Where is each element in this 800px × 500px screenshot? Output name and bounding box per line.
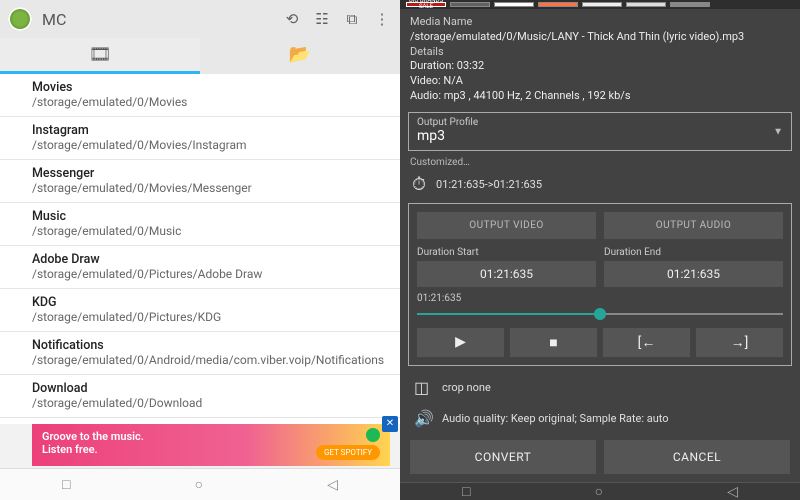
folder-path: /storage/emulated/0/Pictures/Adobe Draw — [32, 267, 386, 282]
refresh-icon[interactable]: ⟲ — [282, 10, 302, 28]
folder-row[interactable]: Download/storage/emulated/0/Download — [0, 375, 400, 418]
cancel-button[interactable]: CANCEL — [604, 440, 790, 474]
output-profile-select[interactable]: Output Profile mp3 ▼ — [408, 112, 792, 151]
folder-name: Music — [32, 209, 386, 224]
trim-range: 01:21:635->01:21:635 — [436, 178, 542, 191]
thumb[interactable] — [450, 2, 490, 7]
ad-cta-button[interactable]: GET SPOTIFY — [316, 445, 380, 460]
ad-line1: Groove to the music. — [42, 430, 380, 443]
speaker-icon: 🔊 — [414, 409, 432, 428]
folder-row[interactable]: Movies/storage/emulated/0/Movies — [0, 74, 400, 117]
folder-name: Instagram — [32, 123, 386, 138]
action-row: CONVERT CANCEL — [400, 434, 800, 482]
folder-path: /storage/emulated/0/Movies/Instagram — [32, 138, 386, 153]
media-video: Video: N/A — [410, 74, 790, 89]
output-audio-button[interactable]: OUTPUT AUDIO — [604, 212, 783, 239]
folder-path: /storage/emulated/0/Movies — [32, 95, 386, 110]
media-meta: Media Name /storage/emulated/0/Music/LAN… — [400, 9, 800, 108]
folder-path: /storage/emulated/0/Pictures/KDG — [32, 310, 386, 325]
mark-in-button[interactable]: [← — [603, 328, 690, 357]
details-label: Details — [410, 45, 790, 60]
overflow-icon[interactable]: ⋮ — [372, 10, 392, 28]
folder-path: /storage/emulated/0/Movies/Messenger — [32, 181, 386, 196]
nav-home-icon[interactable]: ○ — [595, 483, 603, 500]
output-profile-label: Output Profile — [417, 117, 783, 128]
nav-back-icon[interactable]: ◁ — [727, 484, 738, 500]
folder-row[interactable]: Notifications/storage/emulated/0/Android… — [0, 332, 400, 375]
folder-name: Messenger — [32, 166, 386, 181]
nav-recent-icon[interactable]: □ — [62, 476, 70, 493]
folder-row[interactable]: Messenger/storage/emulated/0/Movies/Mess… — [0, 160, 400, 203]
spotify-icon — [366, 428, 380, 442]
folder-row[interactable]: KDG/storage/emulated/0/Pictures/KDG — [0, 289, 400, 332]
tab-video[interactable]: 🎞 — [0, 38, 200, 74]
media-duration: Duration: 03:32 — [410, 59, 790, 74]
trim-icon[interactable]: ⏱ — [412, 174, 426, 195]
stop-button[interactable]: ■ — [510, 328, 597, 357]
android-navbar-left: □ ○ ◁ — [0, 468, 400, 500]
thumb[interactable] — [538, 2, 578, 7]
sort-icon[interactable]: ⧉ — [342, 10, 362, 28]
folder-path: /storage/emulated/0/Download — [32, 396, 386, 411]
chevron-down-icon: ▼ — [773, 126, 783, 137]
folder-name: Movies — [32, 80, 386, 95]
output-profile-value: mp3 — [417, 128, 783, 144]
media-path: /storage/emulated/0/Music/LANY - Thick A… — [410, 30, 790, 45]
crop-row[interactable]: ◫ crop none — [400, 372, 800, 403]
audio-quality-row[interactable]: 🔊 Audio quality: Keep original; Sample R… — [400, 403, 800, 434]
crop-value: crop none — [442, 381, 491, 394]
nav-recent-icon[interactable]: □ — [462, 483, 470, 500]
folder-name: Adobe Draw — [32, 252, 386, 267]
list-icon[interactable]: ☷ — [312, 10, 332, 28]
folder-row[interactable]: Music/storage/emulated/0/Music — [0, 203, 400, 246]
play-button[interactable]: ▶ — [417, 328, 504, 357]
mark-out-button[interactable]: →] — [696, 328, 783, 357]
thumbnail-strip[interactable]: BIG BRANDS SALE — [400, 0, 800, 9]
duration-end-label: Duration End — [604, 247, 783, 258]
app-icon — [8, 7, 32, 31]
folder-name: Download — [32, 381, 386, 396]
nav-back-icon[interactable]: ◁ — [327, 477, 338, 493]
ad-banner[interactable]: ✕ Groove to the music. Listen free. GET … — [32, 424, 390, 466]
media-name-label: Media Name — [410, 15, 790, 30]
media-audio: Audio: mp3 , 44100 Hz, 2 Channels , 192 … — [410, 89, 790, 104]
android-navbar-right: □ ○ ◁ — [400, 482, 800, 500]
audio-quality-value: Audio quality: Keep original; Sample Rat… — [442, 412, 669, 425]
file-browser-pane: MC ⟲ ☷ ⧉ ⋮ 🎞 📂 Movies/storage/emulated/0… — [0, 0, 400, 500]
folder-list[interactable]: Movies/storage/emulated/0/MoviesInstagra… — [0, 74, 400, 424]
folder-path: /storage/emulated/0/Music — [32, 224, 386, 239]
trim-slider[interactable] — [417, 306, 783, 322]
thumb[interactable] — [582, 2, 622, 7]
tabs: 🎞 📂 — [0, 38, 400, 74]
thumb[interactable] — [626, 2, 666, 7]
time-label: 01:21:635 — [417, 293, 783, 304]
duration-start-value[interactable]: 01:21:635 — [417, 261, 596, 287]
folder-name: Notifications — [32, 338, 386, 353]
ad-close-icon[interactable]: ✕ — [382, 416, 398, 432]
customized-label[interactable]: Customized… — [400, 155, 800, 170]
duration-start-label: Duration Start — [417, 247, 596, 258]
thumb[interactable] — [670, 2, 710, 7]
slider-knob[interactable] — [594, 308, 606, 320]
folder-name: KDG — [32, 295, 386, 310]
tab-folder[interactable]: 📂 — [200, 38, 400, 74]
folder-path: /storage/emulated/0/Android/media/com.vi… — [32, 353, 386, 368]
output-video-button[interactable]: OUTPUT VIDEO — [417, 212, 596, 239]
trim-controls: OUTPUT VIDEO OUTPUT AUDIO Duration Start… — [408, 203, 792, 366]
app-topbar: MC ⟲ ☷ ⧉ ⋮ — [0, 0, 400, 38]
duration-end-value[interactable]: 01:21:635 — [604, 261, 783, 287]
convert-button[interactable]: CONVERT — [410, 440, 596, 474]
crop-icon: ◫ — [414, 378, 432, 397]
folder-row[interactable]: Instagram/storage/emulated/0/Movies/Inst… — [0, 117, 400, 160]
converter-pane: BIG BRANDS SALE Media Name /storage/emul… — [400, 0, 800, 500]
folder-row[interactable]: Adobe Draw/storage/emulated/0/Pictures/A… — [0, 246, 400, 289]
nav-home-icon[interactable]: ○ — [195, 476, 203, 493]
app-title: MC — [42, 10, 272, 29]
trim-summary: ⏱ 01:21:635->01:21:635 — [400, 170, 800, 201]
thumb[interactable] — [494, 2, 534, 7]
thumb-selected[interactable]: BIG BRANDS SALE — [406, 2, 446, 7]
